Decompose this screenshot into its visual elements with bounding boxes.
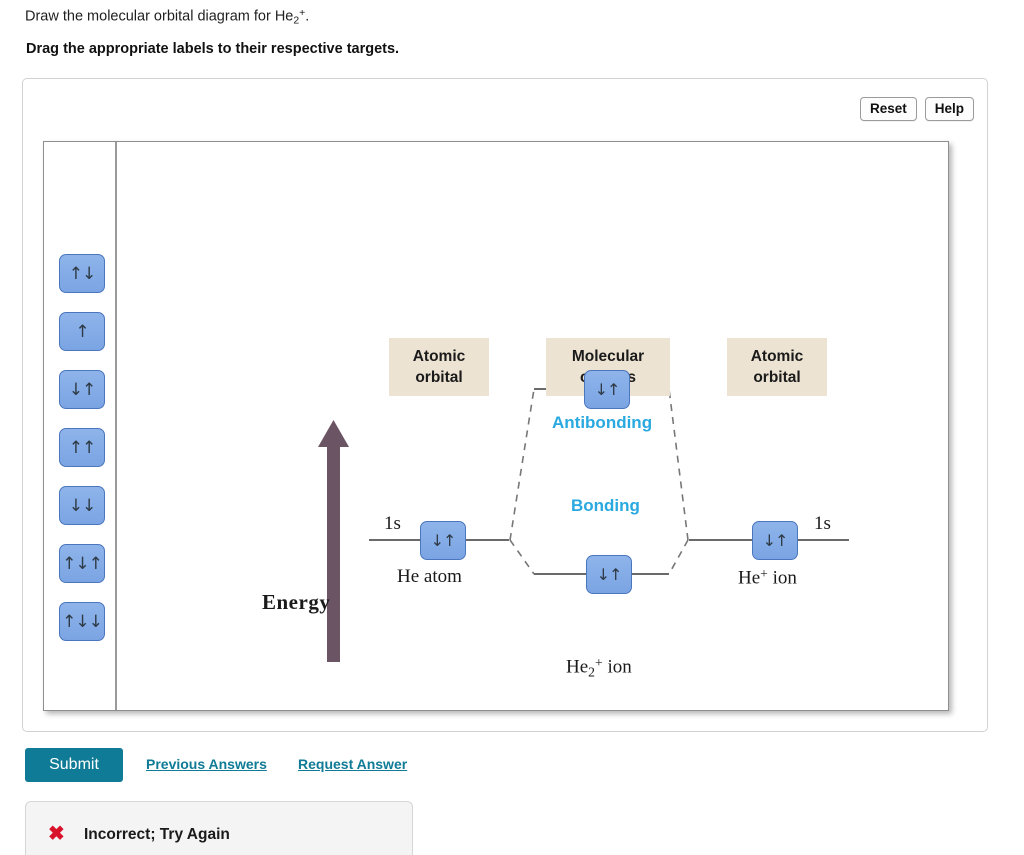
label-tile-down-down[interactable]: ↓↓ bbox=[59, 486, 105, 525]
label-tile-up-down-up[interactable]: ↑↓↑ bbox=[59, 544, 105, 583]
feedback-message: Incorrect; Try Again bbox=[84, 826, 230, 843]
label-tile-up[interactable]: ↑ bbox=[59, 312, 105, 351]
species-label-molecule-suffix: ion bbox=[602, 656, 632, 678]
label-tile-down-up[interactable]: ↓↑ bbox=[59, 370, 105, 409]
species-label-molecule: He2+ ion bbox=[566, 655, 632, 681]
species-label-right-charge: + bbox=[760, 566, 768, 581]
category-line-1: Molecular bbox=[571, 348, 645, 365]
drop-target-right-atomic-orbital[interactable]: ↓↑ bbox=[752, 521, 798, 560]
incorrect-icon: ✖ bbox=[48, 823, 65, 845]
shell-label-right: 1s bbox=[814, 513, 831, 534]
category-box-atomic-left: Atomic orbital bbox=[389, 338, 489, 396]
label-tile-up-up[interactable]: ↑↑ bbox=[59, 428, 105, 467]
label-tile-up-down-down[interactable]: ↑↓↓ bbox=[59, 602, 105, 641]
category-line-1: Atomic bbox=[750, 348, 804, 365]
antibonding-label: Antibonding bbox=[552, 413, 653, 432]
species-label-left: He atom bbox=[397, 566, 462, 587]
energy-axis-label: Energy bbox=[262, 590, 331, 614]
category-line-2: orbital bbox=[753, 369, 801, 386]
label-bank: ↑↓ ↑ ↓↑ ↑↑ ↓↓ ↑↓↑ ↑↓↓ bbox=[44, 142, 117, 710]
feedback-alert: ✖ Incorrect; Try Again bbox=[25, 801, 413, 855]
species-label-right: He+ ion bbox=[738, 566, 797, 590]
species-label-molecule-subscript: 2 bbox=[588, 664, 595, 680]
species-label-right-suffix: ion bbox=[767, 567, 797, 589]
question-panel: Reset Help ↑↓ ↑ ↓↑ ↑↑ ↓↓ ↑↓↑ ↑↓↓ Atomic … bbox=[22, 78, 988, 732]
label-tile-up-down[interactable]: ↑↓ bbox=[59, 254, 105, 293]
previous-answers-link[interactable]: Previous Answers bbox=[146, 756, 267, 772]
request-answer-link[interactable]: Request Answer bbox=[298, 756, 407, 772]
species-label-molecule-prefix: He bbox=[566, 656, 589, 678]
drop-target-left-atomic-orbital[interactable]: ↓↑ bbox=[420, 521, 466, 560]
drag-instruction: Drag the appropriate labels to their res… bbox=[26, 41, 400, 57]
shell-label-left: 1s bbox=[384, 513, 401, 534]
help-button[interactable]: Help bbox=[924, 97, 974, 121]
drag-drop-canvas[interactable]: ↑↓ ↑ ↓↑ ↑↑ ↓↓ ↑↓↑ ↑↓↓ Atomic orbital Mol… bbox=[43, 141, 949, 711]
species-label-molecule-charge: + bbox=[595, 655, 603, 670]
diagram-line-art bbox=[318, 388, 849, 662]
panel-toolbar: Reset Help bbox=[859, 97, 974, 121]
reset-button[interactable]: Reset bbox=[859, 97, 917, 121]
species-label-right-prefix: He bbox=[738, 567, 761, 589]
question-prompt: Draw the molecular orbital diagram for H… bbox=[25, 4, 309, 31]
category-line-1: Atomic bbox=[412, 348, 466, 365]
category-box-atomic-right: Atomic orbital bbox=[727, 338, 827, 396]
category-line-2: orbital bbox=[415, 369, 463, 386]
bonding-label: Bonding bbox=[571, 496, 640, 515]
energy-arrow-shape bbox=[318, 420, 349, 662]
drop-target-antibonding-orbital[interactable]: ↓↑ bbox=[584, 370, 630, 409]
question-prompt-text: Draw the molecular orbital diagram for H… bbox=[25, 8, 294, 25]
question-prompt-period: . bbox=[305, 8, 310, 25]
submit-button[interactable]: Submit bbox=[25, 748, 123, 782]
drop-target-bonding-orbital[interactable]: ↓↑ bbox=[586, 555, 632, 594]
